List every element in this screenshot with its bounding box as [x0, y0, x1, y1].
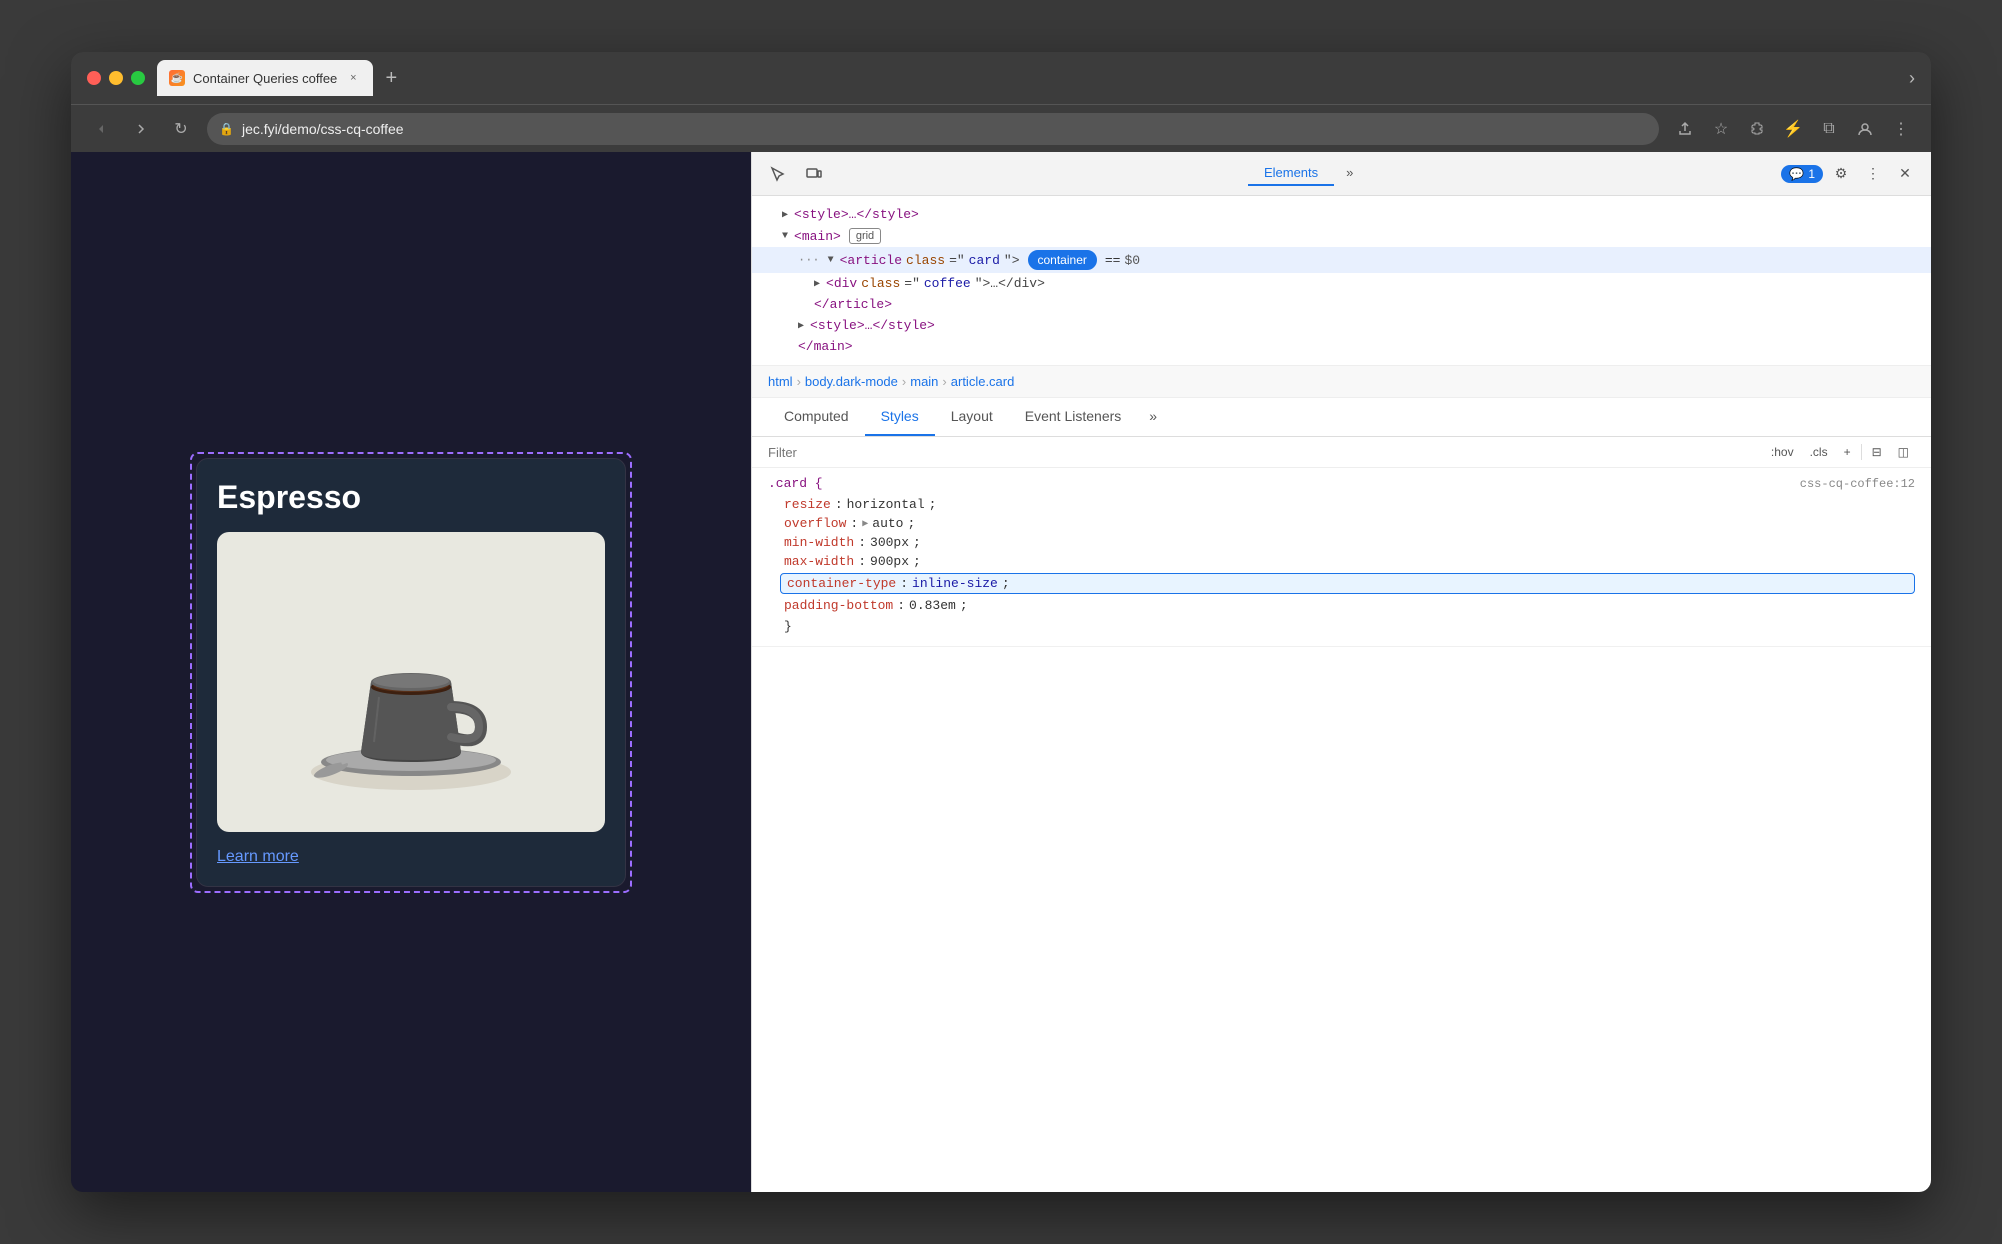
- breadcrumb-main[interactable]: main: [910, 374, 938, 389]
- style-property-max-width: max-width : 900px ;: [768, 552, 1915, 571]
- chrome-menu-button[interactable]: ⋮: [1887, 115, 1915, 143]
- minimize-button[interactable]: [109, 71, 123, 85]
- refresh-button[interactable]: ↻: [167, 115, 195, 143]
- style-property-resize: resize : horizontal ;: [768, 495, 1915, 514]
- expand-arrow-main[interactable]: ▼: [782, 231, 788, 242]
- dom-line-style1[interactable]: ▶ <style>…</style>: [752, 204, 1931, 225]
- expand-arrow[interactable]: ▶: [782, 209, 788, 221]
- nav-bar: ↻ 🔒 jec.fyi/demo/css-cq-coffee ☆ ⚡ ⧉ ⋮: [71, 104, 1931, 152]
- force-state-button[interactable]: ⊟: [1866, 443, 1888, 461]
- devtools-more-button[interactable]: ⋮: [1859, 160, 1887, 188]
- dom-line-close-main: </main>: [752, 336, 1931, 357]
- tab-menu-button[interactable]: ›: [1909, 68, 1915, 89]
- dom-tree: ▶ <style>…</style> ▼ <main> grid ··· ▼ <…: [752, 196, 1931, 366]
- container-badge: container: [1028, 250, 1097, 270]
- card-title: Espresso: [217, 479, 605, 516]
- share-button[interactable]: [1671, 115, 1699, 143]
- profile-button[interactable]: [1851, 115, 1879, 143]
- element-picker-button[interactable]: [764, 160, 792, 188]
- espresso-illustration: [271, 552, 551, 812]
- computed-view-button[interactable]: ◫: [1892, 443, 1915, 461]
- tab-bar: ☕ Container Queries coffee × + ›: [157, 60, 1915, 96]
- bookmark-button[interactable]: ☆: [1707, 115, 1735, 143]
- hov-filter-button[interactable]: :hov: [1765, 443, 1800, 461]
- page-viewport: Espresso: [71, 152, 751, 1192]
- filter-separator: [1861, 444, 1862, 460]
- title-bar: ☕ Container Queries coffee × + ›: [71, 52, 1931, 104]
- dom-line-close-article: </article>: [752, 294, 1931, 315]
- filter-actions: :hov .cls + ⊟ ◫: [1765, 443, 1915, 461]
- style-property-container-type: container-type : inline-size ;: [780, 573, 1915, 594]
- style-property-overflow: overflow : ▶ auto ;: [768, 514, 1915, 533]
- breadcrumb-article[interactable]: article.card: [951, 374, 1015, 389]
- overflow-expand-icon[interactable]: ▶: [862, 518, 868, 530]
- filter-input[interactable]: [768, 445, 1757, 460]
- breadcrumb-body[interactable]: body.dark-mode: [805, 374, 898, 389]
- split-view-button[interactable]: ⧉: [1815, 115, 1843, 143]
- breadcrumb-bar: html › body.dark-mode › main › article.c…: [752, 366, 1931, 398]
- dom-line-div-coffee[interactable]: ▶ <div class =" coffee ">…</div>: [752, 273, 1931, 294]
- card-container-outline: Espresso: [190, 452, 632, 893]
- expand-arrow-style2[interactable]: ▶: [798, 320, 804, 332]
- tab-elements[interactable]: Elements: [1248, 161, 1334, 186]
- card: Espresso: [196, 458, 626, 887]
- maximize-button[interactable]: [131, 71, 145, 85]
- style-property-padding-bottom: padding-bottom : 0.83em ;: [768, 596, 1915, 615]
- style-property-min-width: min-width : 300px ;: [768, 533, 1915, 552]
- style-closing-brace: }: [768, 615, 1915, 638]
- devtools-close-button[interactable]: ✕: [1891, 160, 1919, 188]
- nav-actions: ☆ ⚡ ⧉ ⋮: [1671, 115, 1915, 143]
- tab-favicon: ☕: [169, 70, 185, 86]
- styles-content: .card { css-cq-coffee:12 resize : horizo…: [752, 468, 1931, 1192]
- forward-button[interactable]: [127, 115, 155, 143]
- url-text: jec.fyi/demo/css-cq-coffee: [242, 121, 404, 137]
- tab-title: Container Queries coffee: [193, 71, 337, 86]
- learn-more-link[interactable]: Learn more: [217, 848, 299, 865]
- style-selector: .card {: [768, 476, 823, 491]
- devtools-toolbar: Elements » 💬 1 ⚙ ⋮ ✕: [752, 152, 1931, 196]
- chat-icon: 💬: [1789, 167, 1804, 181]
- tab-more-button[interactable]: »: [1141, 398, 1165, 436]
- dom-line-style2[interactable]: ▶ <style>…</style>: [752, 315, 1931, 336]
- close-button[interactable]: [87, 71, 101, 85]
- lock-icon: 🔒: [219, 122, 234, 136]
- breadcrumb-html[interactable]: html: [768, 374, 793, 389]
- traffic-lights: [87, 71, 145, 85]
- devtools-toolbar-right: 💬 1 ⚙ ⋮ ✕: [1781, 160, 1919, 188]
- expand-arrow-article[interactable]: ▼: [828, 255, 834, 266]
- browser-window: ☕ Container Queries coffee × + › ↻ 🔒 jec…: [71, 52, 1931, 1192]
- tab-layout[interactable]: Layout: [935, 398, 1009, 436]
- notification-badge[interactable]: 💬 1: [1781, 165, 1823, 183]
- active-tab[interactable]: ☕ Container Queries coffee ×: [157, 60, 373, 96]
- performance-button[interactable]: ⚡: [1779, 115, 1807, 143]
- style-source[interactable]: css-cq-coffee:12: [1800, 477, 1915, 491]
- tab-event-listeners[interactable]: Event Listeners: [1009, 398, 1138, 436]
- new-tab-button[interactable]: +: [377, 64, 405, 92]
- style-rule-card: .card { css-cq-coffee:12 resize : horizo…: [752, 468, 1931, 647]
- back-button[interactable]: [87, 115, 115, 143]
- coffee-image: [217, 532, 605, 832]
- add-class-button[interactable]: +: [1838, 443, 1857, 461]
- filter-bar: :hov .cls + ⊟ ◫: [752, 437, 1931, 468]
- expand-arrow-div[interactable]: ▶: [814, 278, 820, 290]
- devtools-tabs-row: Computed Styles Layout Event Listeners »: [752, 398, 1931, 437]
- grid-badge: grid: [849, 228, 881, 244]
- devtools-panel-tabs: Elements »: [836, 161, 1773, 186]
- tab-computed[interactable]: Computed: [768, 398, 865, 436]
- dom-line-article[interactable]: ··· ▼ <article class =" card "> containe…: [752, 247, 1931, 273]
- device-toggle-button[interactable]: [800, 160, 828, 188]
- address-bar[interactable]: 🔒 jec.fyi/demo/css-cq-coffee: [207, 113, 1659, 145]
- devtools-panel: Elements » 💬 1 ⚙ ⋮ ✕ ▶: [751, 152, 1931, 1192]
- tab-styles[interactable]: Styles: [865, 398, 935, 436]
- devtools-settings-button[interactable]: ⚙: [1827, 160, 1855, 188]
- style-rule-header: .card { css-cq-coffee:12: [768, 476, 1915, 491]
- main-content: Espresso: [71, 152, 1931, 1192]
- cls-filter-button[interactable]: .cls: [1804, 443, 1834, 461]
- panel-more-tabs[interactable]: »: [1338, 161, 1361, 186]
- tab-close-button[interactable]: ×: [345, 70, 361, 86]
- extensions-button[interactable]: [1743, 115, 1771, 143]
- dom-line-main[interactable]: ▼ <main> grid: [752, 225, 1931, 247]
